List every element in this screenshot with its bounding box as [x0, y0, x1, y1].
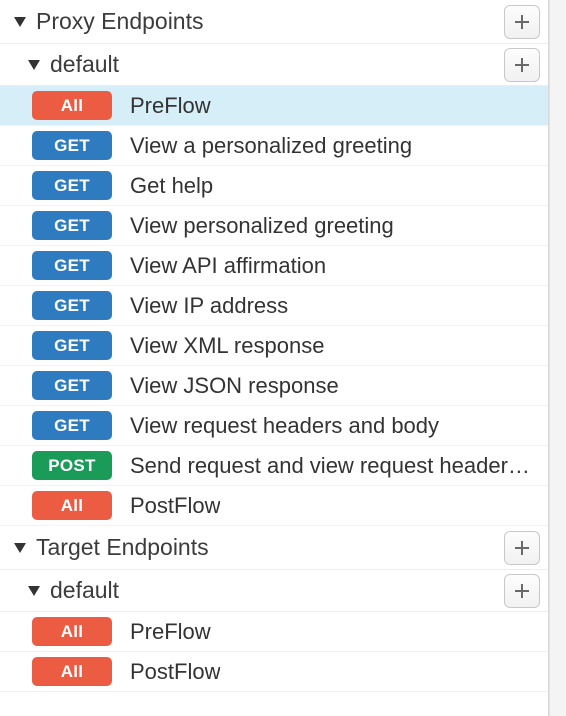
method-badge: GET [32, 411, 112, 440]
flow-row[interactable]: GET View request headers and body [0, 406, 548, 446]
flow-label: View JSON response [130, 373, 339, 399]
section-header[interactable]: Proxy Endpoints [0, 0, 548, 44]
flow-row[interactable]: GET View personalized greeting [0, 206, 548, 246]
flow-row[interactable]: All PreFlow [0, 86, 548, 126]
add-flow-button[interactable] [504, 574, 540, 608]
flow-label: View IP address [130, 293, 288, 319]
flow-row[interactable]: GET View JSON response [0, 366, 548, 406]
flow-label: PreFlow [130, 93, 211, 119]
add-flow-button[interactable] [504, 48, 540, 82]
flow-row[interactable]: All PostFlow [0, 486, 548, 526]
add-endpoint-button[interactable] [504, 531, 540, 565]
flow-label: Send request and view request headers an… [130, 453, 538, 479]
section-title: Target Endpoints [36, 534, 504, 561]
method-badge: All [32, 491, 112, 520]
method-badge: GET [32, 131, 112, 160]
flow-row[interactable]: All PostFlow [0, 652, 548, 692]
method-badge: GET [32, 291, 112, 320]
flow-label: View a personalized greeting [130, 133, 412, 159]
method-badge: GET [32, 211, 112, 240]
flow-row[interactable]: GET View a personalized greeting [0, 126, 548, 166]
method-badge: GET [32, 251, 112, 280]
method-badge: GET [32, 171, 112, 200]
chevron-down-icon [14, 17, 26, 27]
chevron-down-icon [28, 60, 40, 70]
subsection-header[interactable]: default [0, 570, 548, 612]
flow-label: View XML response [130, 333, 324, 359]
flow-label: PostFlow [130, 493, 220, 519]
flow-label: Get help [130, 173, 213, 199]
section-header[interactable]: Target Endpoints [0, 526, 548, 570]
flow-label: PreFlow [130, 619, 211, 645]
subsection-header[interactable]: default [0, 44, 548, 86]
flow-label: View request headers and body [130, 413, 439, 439]
flow-label: View API affirmation [130, 253, 326, 279]
right-gutter [549, 0, 566, 716]
method-badge: POST [32, 451, 112, 480]
subsection-title: default [50, 577, 504, 604]
flow-row[interactable]: GET View API affirmation [0, 246, 548, 286]
section-title: Proxy Endpoints [36, 8, 504, 35]
flow-label: View personalized greeting [130, 213, 394, 239]
navigator-panel: Proxy Endpoints default All PreFlow GET View … [0, 0, 549, 716]
subsection-title: default [50, 51, 504, 78]
method-badge: GET [32, 371, 112, 400]
flow-row[interactable]: All PreFlow [0, 612, 548, 652]
method-badge: GET [32, 331, 112, 360]
add-endpoint-button[interactable] [504, 5, 540, 39]
method-badge: All [32, 657, 112, 686]
method-badge: All [32, 617, 112, 646]
flow-row[interactable]: GET View IP address [0, 286, 548, 326]
flow-row[interactable]: GET Get help [0, 166, 548, 206]
chevron-down-icon [14, 543, 26, 553]
flow-row[interactable]: GET View XML response [0, 326, 548, 366]
chevron-down-icon [28, 586, 40, 596]
flow-label: PostFlow [130, 659, 220, 685]
method-badge: All [32, 91, 112, 120]
flow-row[interactable]: POST Send request and view request header… [0, 446, 548, 486]
